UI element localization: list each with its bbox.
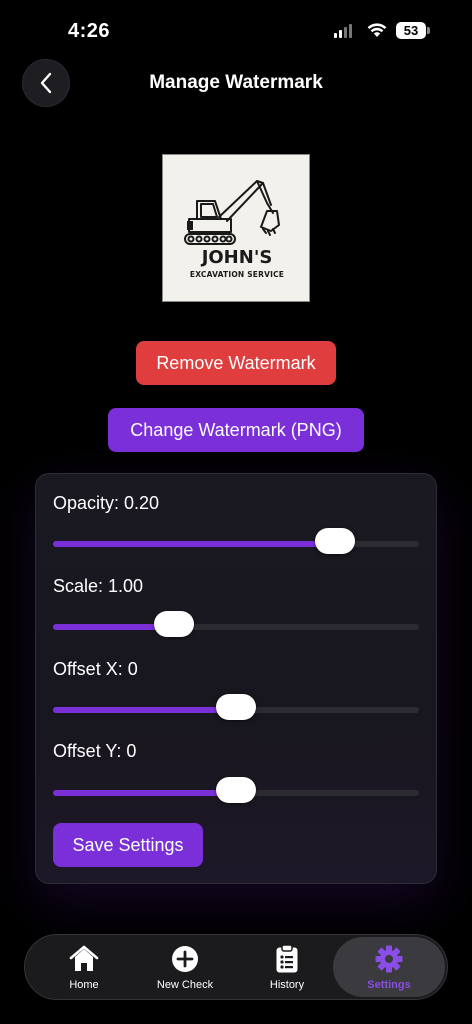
opacity-label: Opacity: 0.20 [53, 493, 160, 513]
battery-tip [427, 27, 430, 34]
status-time: 4:26 [68, 20, 111, 42]
scale-slider-thumb[interactable] [153, 611, 194, 637]
page-title: Manage Watermark [149, 72, 323, 93]
status-bar: 4:26 53 [0, 0, 472, 60]
offset-y-label: Offset Y: 0 [53, 741, 137, 761]
scale-slider[interactable] [53, 611, 419, 637]
offset-y-slider-fill [53, 790, 236, 796]
offset-x-slider[interactable] [53, 694, 419, 720]
plus-circle-icon [171, 943, 199, 975]
wifi-icon [367, 23, 387, 37]
offset-x-slider-thumb[interactable] [216, 694, 256, 720]
home-icon [69, 943, 99, 975]
opacity-slider-thumb[interactable] [314, 528, 355, 554]
opacity-slider-fill [53, 541, 335, 547]
tab-settings[interactable]: Settings [333, 937, 445, 997]
watermark-subtitle: EXCAVATION SERVICE [189, 270, 285, 279]
scale-label: Scale: 1.00 [53, 576, 144, 596]
watermark-preview: JOHN'S EXCAVATION SERVICE [162, 154, 310, 302]
clipboard-list-icon [275, 943, 299, 975]
remove-watermark-button[interactable]: Remove Watermark [136, 341, 336, 385]
save-settings-button[interactable]: Save Settings [53, 823, 203, 867]
excavator-logo-icon [184, 180, 280, 245]
tab-home-label: Home [69, 979, 99, 991]
tab-new-check-label: New Check [156, 979, 214, 991]
change-watermark-button[interactable]: Change Watermark (PNG) [108, 408, 364, 452]
tab-history-label: History [269, 979, 305, 991]
watermark-name: JOHN'S [201, 247, 273, 268]
offset-y-slider-thumb[interactable] [216, 777, 256, 803]
bottom-tab-bar: Home New Check History Settings [24, 934, 448, 1000]
tab-new-check[interactable]: New Check [145, 935, 225, 999]
tab-settings-label: Settings [367, 979, 411, 991]
offset-x-label: Offset X: 0 [53, 659, 138, 679]
offset-y-slider[interactable] [53, 777, 419, 803]
tab-home[interactable]: Home [43, 935, 125, 999]
opacity-slider[interactable] [53, 528, 419, 554]
tab-history[interactable]: History [247, 935, 327, 999]
battery-indicator: 53 [396, 22, 426, 39]
gear-icon [374, 943, 404, 975]
cellular-signal-icon [334, 23, 352, 38]
offset-x-slider-fill [53, 707, 236, 713]
